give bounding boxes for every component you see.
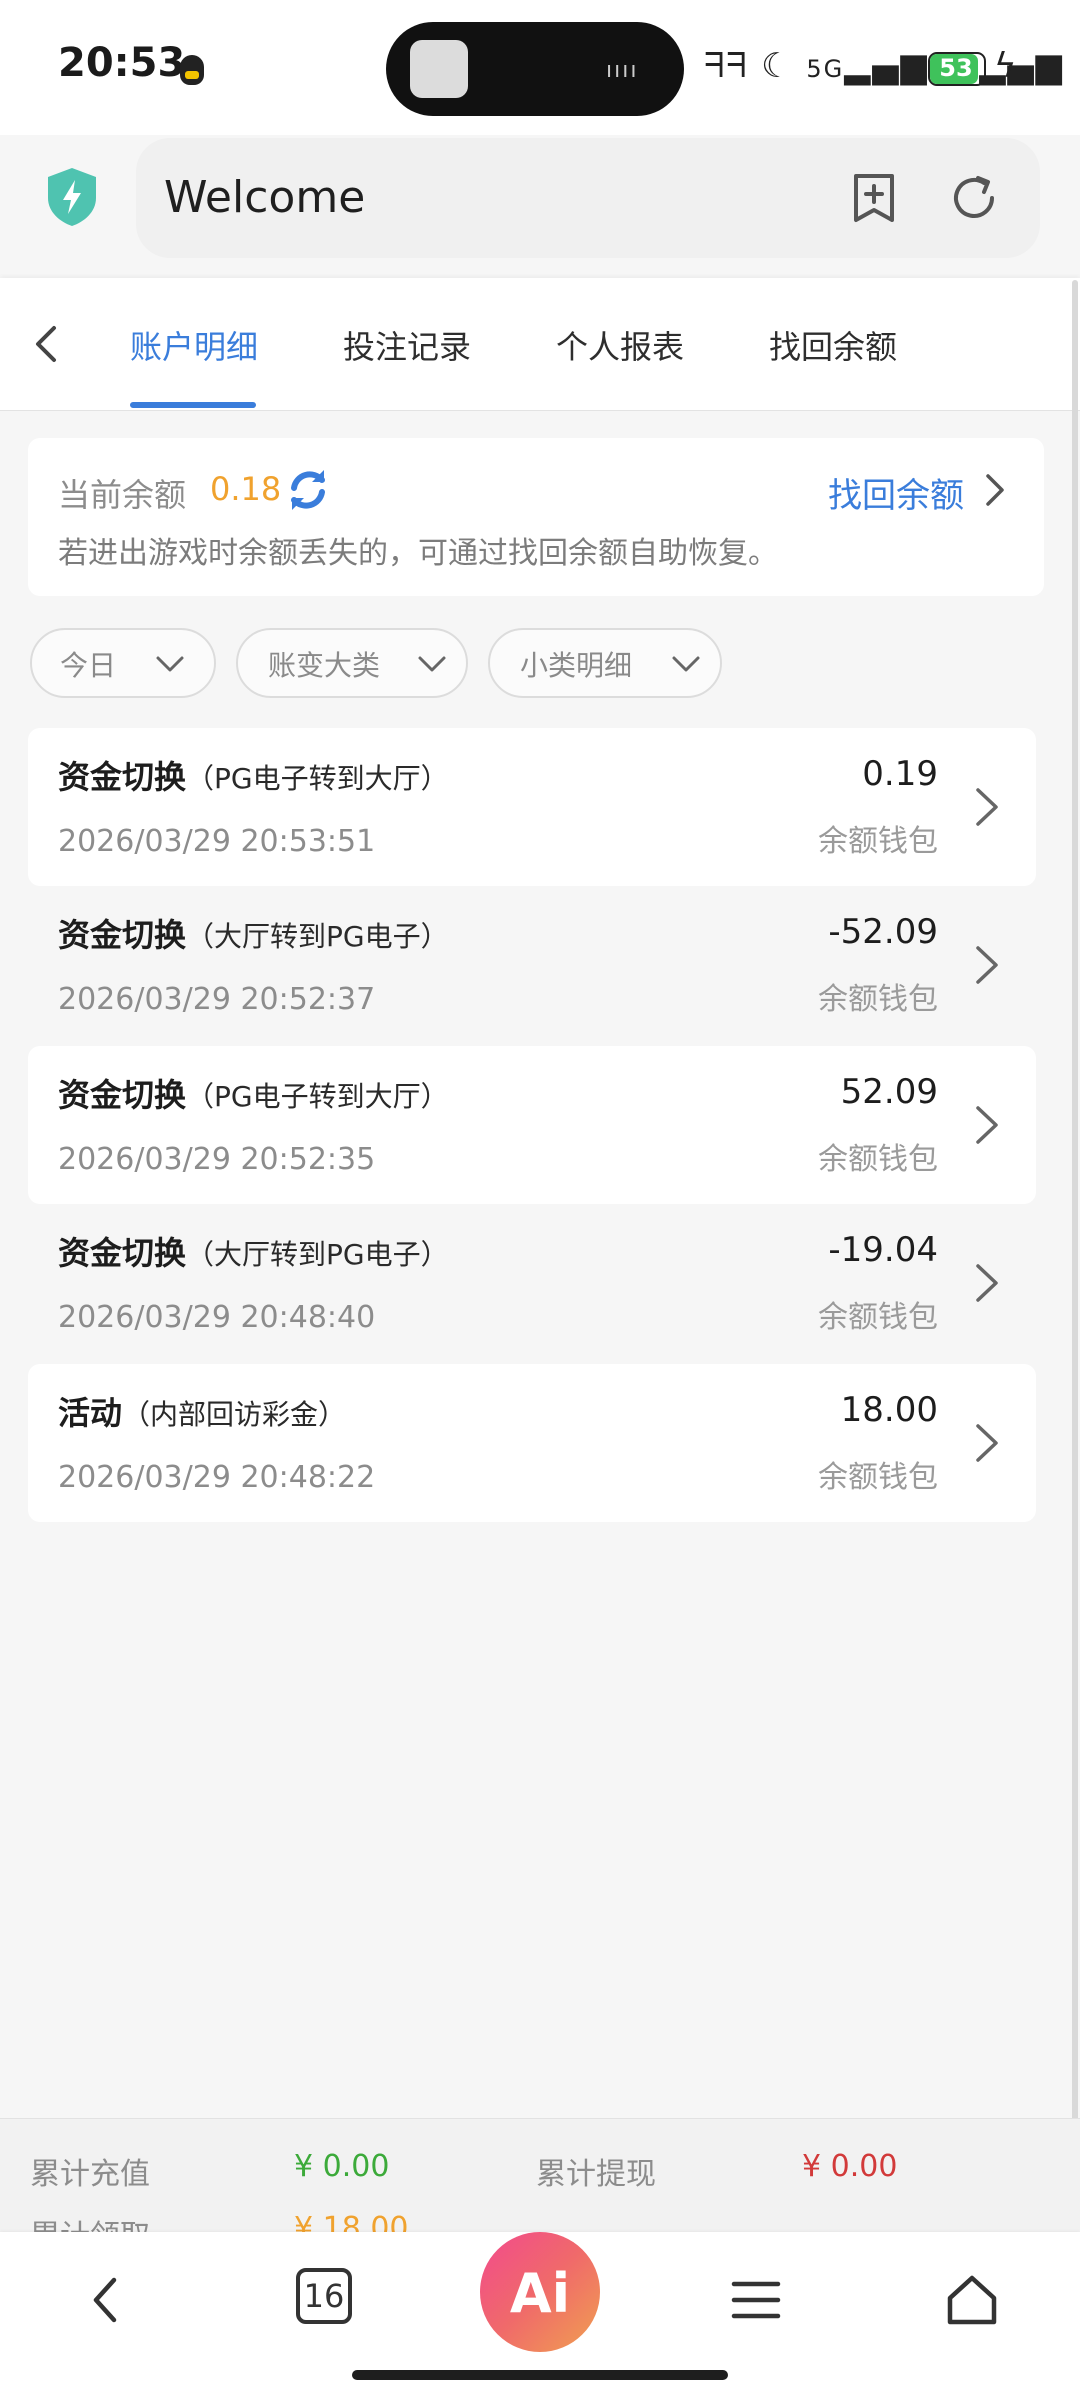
media-thumbnail-icon — [410, 40, 468, 98]
moon-icon: ☾ — [761, 46, 794, 86]
battery-level: 53 — [939, 54, 973, 82]
refresh-balance-icon[interactable] — [284, 466, 332, 514]
earbuds-icon: ᖷᖷ — [704, 46, 749, 86]
total-recharge-value: ¥ 0.00 — [294, 2149, 390, 2184]
recover-balance-link[interactable]: 找回余额 — [828, 468, 964, 517]
transaction-wallet: 余额钱包 — [818, 982, 938, 1017]
tabs-count-button[interactable]: 16 — [296, 2268, 352, 2324]
transaction-title: 资金切换（大厅转到PG电子） — [58, 1234, 449, 1272]
signal-icon: 5G — [806, 55, 845, 83]
filter-major-category-label: 账变大类 — [268, 649, 381, 682]
audio-wave-icon: ıııı — [606, 58, 639, 83]
balance-note: 若进出游戏时余额丢失的，可通过找回余额自助恢复。 — [58, 536, 778, 571]
transaction-time: 2026/03/29 20:52:35 — [58, 1142, 376, 1177]
total-withdraw-label: 累计提现 — [536, 2157, 656, 2192]
signal-bars-icon-2: ▂▄▆ — [979, 46, 1064, 86]
filter-date-label: 今日 — [60, 649, 117, 682]
back-chevron-icon[interactable] — [24, 318, 70, 370]
reload-icon[interactable] — [948, 172, 1000, 224]
tab-account-detail[interactable]: 账户明细 — [130, 322, 258, 368]
transaction-time: 2026/03/29 20:48:40 — [58, 1300, 376, 1335]
transaction-title: 活动（内部回访彩金） — [58, 1394, 347, 1432]
transaction-amount: 52.09 — [840, 1072, 938, 1112]
chevron-right-icon[interactable] — [972, 784, 1002, 830]
chevron-right-icon[interactable] — [980, 470, 1010, 510]
transaction-wallet: 余额钱包 — [818, 1300, 938, 1335]
balance-card — [28, 438, 1044, 596]
active-tab-indicator — [130, 402, 256, 408]
transaction-detail: （大厅转到PG电子） — [186, 920, 449, 953]
transaction-title: 资金切换（大厅转到PG电子） — [58, 916, 449, 954]
transaction-wallet: 余额钱包 — [818, 1460, 938, 1495]
chevron-right-icon[interactable] — [972, 1420, 1002, 1466]
transaction-detail: （PG电子转到大厅） — [186, 1080, 449, 1113]
chevron-down-icon — [672, 656, 700, 672]
balance-label: 当前余额 — [58, 476, 187, 514]
chevron-right-icon[interactable] — [972, 1260, 1002, 1306]
transaction-detail: （内部回访彩金） — [122, 1398, 347, 1431]
transaction-time: 2026/03/29 20:48:22 — [58, 1460, 376, 1495]
chevron-down-icon — [418, 656, 446, 672]
transaction-detail: （大厅转到PG电子） — [186, 1238, 449, 1271]
total-withdraw-value: ¥ 0.00 — [802, 2149, 898, 2184]
ai-assistant-label: Ai — [509, 2262, 571, 2325]
menu-icon[interactable] — [728, 2270, 784, 2330]
transaction-amount: 0.19 — [862, 754, 938, 794]
add-bookmark-icon[interactable] — [850, 172, 898, 224]
transaction-time: 2026/03/29 20:53:51 — [58, 824, 376, 859]
transaction-amount: 18.00 — [840, 1390, 938, 1430]
security-shield-icon[interactable] — [44, 166, 100, 228]
summary-panel: 累计充值 ¥ 0.00 累计提现 ¥ 0.00 累计领取 ¥ 18.00 — [0, 2118, 1080, 2239]
total-recharge-label: 累计充值 — [30, 2157, 150, 2192]
filter-date[interactable] — [30, 628, 216, 698]
home-indicator[interactable] — [352, 2370, 728, 2380]
filter-sub-category-label: 小类明细 — [520, 649, 633, 682]
tab-recover-balance[interactable]: 找回余额 — [769, 322, 897, 368]
qq-notification-icon — [180, 55, 204, 85]
tab-personal-report[interactable]: 个人报表 — [556, 322, 684, 368]
nav-back-icon[interactable] — [78, 2270, 134, 2330]
chevron-right-icon[interactable] — [972, 1102, 1002, 1148]
charging-bolt-icon: ϟ — [994, 46, 1017, 86]
transaction-detail: （PG电子转到大厅） — [186, 762, 449, 795]
transaction-amount: -52.09 — [828, 912, 938, 952]
chevron-down-icon — [156, 656, 184, 672]
balance-value: 0.18 — [210, 470, 282, 508]
page-title[interactable]: Welcome — [164, 172, 365, 223]
transaction-title: 资金切换（PG电子转到大厅） — [58, 1076, 449, 1114]
home-icon[interactable] — [944, 2270, 1000, 2330]
scrollbar[interactable] — [1072, 280, 1078, 2180]
transaction-wallet: 余额钱包 — [818, 1142, 938, 1177]
transaction-wallet: 余额钱包 — [818, 824, 938, 859]
signal-bars-icon: ▂▄▆ — [844, 46, 929, 86]
chevron-right-icon[interactable] — [972, 942, 1002, 988]
status-time: 20:53 — [58, 40, 186, 86]
transaction-title: 资金切换（PG电子转到大厅） — [58, 758, 449, 796]
transaction-time: 2026/03/29 20:52:37 — [58, 982, 376, 1017]
tab-bet-records[interactable]: 投注记录 — [343, 322, 471, 368]
transaction-amount: -19.04 — [828, 1230, 938, 1270]
